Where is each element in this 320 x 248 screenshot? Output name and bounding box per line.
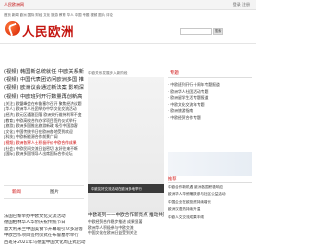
sidebar-item[interactable]: 中欧人文交流成果丰硕 [168, 215, 252, 220]
top-brand-link[interactable]: 人民欧洲网 [4, 2, 24, 8]
search-input[interactable] [180, 28, 212, 35]
sidebar-recommend: 推荐 中欧合作新机遇 欧洲各国积极响应 欧洲华人华侨踊跃参与社区公益活动 中国企… [168, 176, 252, 220]
sidebar-item[interactable]: · 中欧班列开行十周年专题报道 [168, 82, 252, 89]
sidebar-item[interactable]: 欧洲汉语热持续升温 [168, 207, 252, 212]
news-item[interactable]: 中欧合作项目签约仪式在布鲁塞尔举行 [4, 233, 86, 239]
sidebar-item[interactable]: · 中欧文化交流年专题 [168, 102, 252, 109]
logo-emblem-icon [5, 21, 20, 36]
sidebar-heading: 专题 [168, 70, 252, 78]
news-item[interactable]: (视频) 韩国新总统就任 中欧关系新动向 [4, 68, 84, 76]
news-item[interactable]: [国际] 欧洲多国领导人出席国际合作论坛 [4, 151, 84, 157]
logo-text: 人民欧洲 [22, 24, 75, 39]
sidebar-item[interactable]: · 欧洲华人社团活动专题 [168, 89, 252, 96]
center-headline[interactable]: 中欧班列一一中欧合作新亮点 推动共同发展 [88, 212, 164, 219]
site-logo[interactable]: 人民欧洲 [5, 20, 83, 39]
sidebar-heading: 推荐 [168, 176, 252, 183]
sidebar-item[interactable]: 中国企业在欧投资持续增长 [168, 200, 252, 205]
sidebar-item[interactable]: · 欧洲旅游指南 [168, 108, 252, 115]
channel-nav[interactable]: 首页 新闻 欧洲 国际 财经 文化 旅游 教育 华人 中国 专题 视频 图片 评… [4, 12, 214, 17]
list-item[interactable]: 中国文化在欧洲日益受到关注 [88, 230, 164, 236]
news-item[interactable]: [经济] 欧元区通胀回落 欧洲央行维持利率不变 [4, 112, 84, 118]
news-item[interactable]: (视频) 欧洲议会通过新法案 影响深远 [4, 84, 84, 92]
top-bar: 人民欧洲网 登录 注册 [0, 0, 256, 10]
news-item[interactable]: (视频) 中欧班列开行数量再创新高 [4, 93, 84, 101]
sidebar-item[interactable]: 欧洲华人华侨踊跃参与社区公益活动 [168, 192, 252, 197]
tab-photos[interactable]: 图片 [50, 189, 59, 195]
feature-title[interactable]: 中欧友好交流活动在欧洲多地举行 [88, 184, 164, 193]
sidebar-item[interactable]: · 中欧经贸合作专题 [168, 115, 252, 122]
center-news-list: 中欧班列一一中欧合作新亮点 推动共同发展 中欧经贸合作稳步推进 成果显著 欧洲华… [88, 212, 164, 236]
news-list: (视频) 韩国新总统就任 中欧关系新动向(视频) 中国代表团访问欧洲多国 推动合… [4, 68, 84, 157]
news-item[interactable]: [视频] 欧洲各界人士积极评价中欧合作成果 [4, 140, 84, 146]
news-item[interactable]: (视频) 中国代表团访问欧洲多国 推动合作 [4, 76, 84, 84]
ad-banner[interactable] [168, 152, 252, 176]
news-item[interactable]: 西班牙2021年马德里中国文化周正式启动 [4, 240, 86, 246]
news-tabs: 新闻 图片 [4, 185, 84, 199]
feature-caption: 中欧关系发展步入新阶段 [88, 71, 128, 75]
sidebar-item[interactable]: · 欧洲留学生活专题报道 [168, 95, 252, 102]
login-register-link[interactable]: 登录 注册 [233, 2, 250, 8]
sidebar-topics: 专题 · 中欧班列开行十周年专题报道 · 欧洲华人社团活动专题 · 欧洲留学生活… [168, 70, 252, 122]
news-item[interactable]: [旅游] 欧洲多国推出旅游新政 吸引中国游客 [4, 123, 84, 129]
search-button[interactable]: 搜索 [213, 28, 223, 35]
tab-news[interactable]: 新闻 [12, 189, 21, 195]
bottom-news-list: 法国巴黎举办中欧文化交流活动 德国柏林华人华侨庆祝传统节日 意大利米兰中国美食节开幕… [4, 214, 86, 246]
header-divider [0, 43, 256, 44]
sidebar-item[interactable]: 中欧合作新机遇 欧洲各国积极响应 [168, 185, 252, 190]
